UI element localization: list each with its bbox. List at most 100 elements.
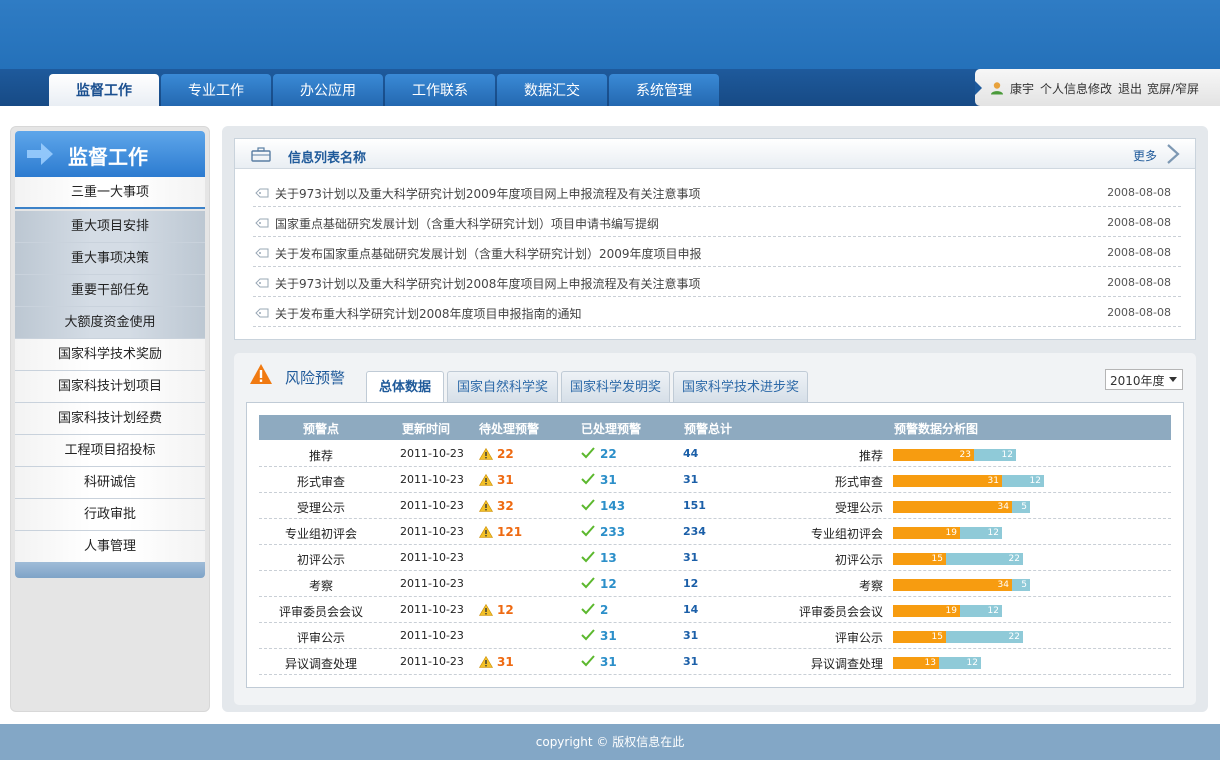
risk-title: 风险预警 [285, 369, 346, 387]
sidebar-item-sanzhong[interactable]: 三重一大事项 [15, 177, 205, 209]
col-chart: 预警数据分析图 [894, 422, 979, 436]
news-title[interactable]: 关于973计划以及重大科学研究计划2008年度项目网上申报流程及有关注意事项 [275, 275, 700, 292]
chevron-right-icon[interactable] [1165, 143, 1181, 165]
logout-link[interactable]: 退出 [1118, 80, 1142, 97]
bar-done: 12 [1002, 475, 1044, 487]
row-done: 13 [600, 551, 617, 565]
tab-professional[interactable]: 专业工作 [161, 74, 271, 106]
news-date: 2008-08-08 [1107, 276, 1171, 289]
sidebar-item-integrity[interactable]: 科研诚信 [15, 467, 205, 499]
sidebar-item-sci-plan-funds[interactable]: 国家科技计划经费 [15, 403, 205, 435]
row-pending: 121 [497, 525, 523, 539]
bar-pending: 34 [893, 501, 1012, 513]
more-link[interactable]: 更多 [1133, 147, 1157, 164]
tab-natural-science[interactable]: 国家自然科学奖 [447, 371, 558, 402]
year-select[interactable]: 2010年度 [1105, 369, 1183, 390]
row-total: 31 [683, 655, 699, 668]
check-icon [581, 577, 595, 589]
row-point: 受理公示 [296, 501, 345, 515]
table-row: 受理公示 2011-10-23 32 143 151 受理公示 34 5 [259, 493, 1171, 519]
bar-done: 22 [946, 553, 1023, 565]
bar-label: 考察 [858, 579, 883, 593]
row-date: 2011-10-23 [400, 447, 464, 460]
bar-done: 5 [1012, 579, 1030, 591]
sidebar-item-admin-approval[interactable]: 行政审批 [15, 499, 205, 531]
news-item[interactable]: 国家重点基础研究发展计划（含重大科学研究计划）项目申请书编写提纲 2008-08-… [253, 207, 1181, 237]
risk-table-header: 预警点 更新时间 待处理预警 已处理预警 预警总计 预警数据分析图 [259, 415, 1171, 440]
news-item[interactable]: 关于发布重大科学研究计划2008年度项目申报指南的通知 2008-08-08 [253, 297, 1181, 327]
footer: copyright © 版权信息在此 [0, 724, 1220, 760]
bar-label: 异议调查处理 [810, 657, 883, 671]
profile-edit-link[interactable]: 个人信息修改 [1040, 80, 1112, 97]
row-total: 12 [683, 577, 699, 590]
bar-label: 评审委员会会议 [798, 605, 883, 619]
col-done: 已处理预警 [581, 422, 642, 436]
news-date: 2008-08-08 [1107, 246, 1171, 259]
news-item[interactable]: 关于973计划以及重大科学研究计划2008年度项目网上申报流程及有关注意事项 20… [253, 267, 1181, 297]
row-date: 2011-10-23 [400, 577, 464, 590]
row-pending: 22 [497, 447, 514, 461]
width-toggle-link[interactable]: 宽屏/窄屏 [1147, 80, 1199, 97]
sidebar-item-major-projects[interactable]: 重大项目安排 [15, 211, 205, 243]
row-done: 2 [600, 603, 609, 617]
table-row: 形式审查 2011-10-23 31 31 31 形式审查 31 12 [259, 467, 1171, 493]
news-item[interactable]: 关于发布国家重点基础研究发展计划（含重大科学研究计划）2009年度项目申报 200… [253, 237, 1181, 267]
sidebar-item-major-decisions[interactable]: 重大事项决策 [15, 243, 205, 275]
sidebar-item-bidding[interactable]: 工程项目招投标 [15, 435, 205, 467]
sidebar-item-sci-plan-projects[interactable]: 国家科技计划项目 [15, 371, 205, 403]
row-pending: 12 [497, 603, 514, 617]
bar-label: 形式审查 [834, 475, 883, 489]
tab-overall-data[interactable]: 总体数据 [366, 371, 444, 403]
tag-icon [255, 248, 269, 258]
tab-invention[interactable]: 国家科学发明奖 [561, 371, 670, 402]
warning-icon [250, 364, 272, 384]
news-title[interactable]: 关于973计划以及重大科学研究计划2009年度项目网上申报流程及有关注意事项 [275, 185, 700, 202]
bar-pending: 15 [893, 631, 946, 643]
bar-pending: 23 [893, 449, 974, 461]
table-row: 推荐 2011-10-23 22 22 44 推荐 23 12 [259, 441, 1171, 467]
row-date: 2011-10-23 [400, 603, 464, 616]
tab-data-submit[interactable]: 数据汇交 [497, 74, 607, 106]
tab-contact[interactable]: 工作联系 [385, 74, 495, 106]
bar-done: 12 [960, 527, 1002, 539]
check-icon [581, 629, 595, 641]
bar-done: 12 [960, 605, 1002, 617]
bar-label: 初评公示 [834, 553, 883, 567]
row-pending: 31 [497, 473, 514, 487]
bar-pending: 13 [893, 657, 939, 669]
row-total: 31 [683, 551, 699, 564]
sidebar-title: 监督工作 [68, 145, 148, 169]
warning-icon [479, 656, 493, 668]
row-pending: 32 [497, 499, 514, 513]
row-point: 推荐 [308, 449, 333, 463]
warning-icon [479, 526, 493, 538]
tag-icon [255, 188, 269, 198]
tab-office[interactable]: 办公应用 [273, 74, 383, 106]
arrow-right-icon [27, 143, 53, 165]
news-title[interactable]: 关于发布国家重点基础研究发展计划（含重大科学研究计划）2009年度项目申报 [275, 245, 702, 262]
news-item[interactable]: 关于973计划以及重大科学研究计划2009年度项目网上申报流程及有关注意事项 20… [253, 177, 1181, 207]
row-date: 2011-10-23 [400, 473, 464, 486]
sidebar-item-cadre-appointment[interactable]: 重要干部任免 [15, 275, 205, 307]
news-title[interactable]: 关于发布重大科学研究计划2008年度项目申报指南的通知 [275, 305, 582, 322]
bar-done: 12 [939, 657, 981, 669]
row-date: 2011-10-23 [400, 655, 464, 668]
sidebar-item-sci-award[interactable]: 国家科学技术奖励 [15, 339, 205, 371]
table-row: 评审委员会会议 2011-10-23 12 2 14 评审委员会会议 19 12 [259, 597, 1171, 623]
check-icon [581, 499, 595, 511]
sidebar-item-personnel[interactable]: 人事管理 [15, 531, 205, 563]
briefcase-icon [251, 147, 271, 162]
col-pending: 待处理预警 [479, 422, 540, 436]
news-title[interactable]: 国家重点基础研究发展计划（含重大科学研究计划）项目申请书编写提纲 [275, 215, 659, 232]
bar-label: 专业组初评会 [810, 527, 883, 541]
bar-pending: 15 [893, 553, 946, 565]
tab-system[interactable]: 系统管理 [609, 74, 719, 106]
sidebar-header: 监督工作 [15, 131, 205, 177]
row-point: 初评公示 [296, 553, 345, 567]
warning-icon [479, 448, 493, 460]
tab-progress[interactable]: 国家科学技术进步奖 [673, 371, 808, 402]
sidebar-item-large-funds[interactable]: 大额度资金使用 [15, 307, 205, 339]
tab-supervision[interactable]: 监督工作 [49, 74, 159, 106]
chevron-down-icon [1169, 377, 1177, 382]
info-list-header: 信息列表名称 更多 [235, 139, 1195, 169]
